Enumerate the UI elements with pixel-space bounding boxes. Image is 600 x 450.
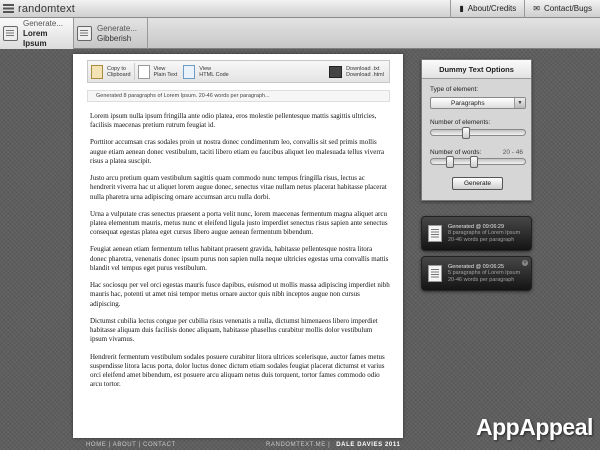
- paragraph: Justo arcu pretium quam vestibulum sagit…: [90, 174, 387, 201]
- contact-bugs-link[interactable]: ✉ Contact/Bugs: [524, 0, 600, 18]
- document-icon: [3, 26, 18, 41]
- paragraph: Urna a vulputate cras senectus praesent …: [90, 209, 388, 237]
- text-output-panel: Copy to Clipboard View Plain Text View HTML…: [73, 54, 403, 438]
- number-of-elements-slider[interactable]: [430, 127, 526, 139]
- mail-icon: ✉: [533, 4, 540, 13]
- element-type-label: Type of element:: [430, 86, 479, 93]
- history-detail: 8 paragraphs of Lorem Ipsum: [448, 230, 521, 237]
- top-bar: randomtext ▮ About/Credits ✉ Contact/Bug…: [0, 0, 600, 18]
- number-of-words-label: Number of words:: [430, 149, 482, 156]
- menu-icon: [3, 4, 14, 13]
- options-title: Dummy Text Options: [422, 60, 531, 79]
- output-toolbar: Copy to Clipboard View Plain Text View HTML…: [87, 60, 390, 83]
- footer-site: RANDOMTEXT.ME | DALE DAVIES 2011: [266, 442, 400, 448]
- generated-text: Lorem ipsum nulla ipsum fringilla ante o…: [90, 112, 390, 398]
- close-icon[interactable]: ×: [522, 260, 528, 266]
- watermark: AppAppeal: [476, 414, 593, 440]
- document-icon: [428, 265, 442, 282]
- element-type-select[interactable]: Paragraphs ▼: [430, 97, 526, 109]
- slider-handle[interactable]: [461, 127, 470, 139]
- view-html-code-button[interactable]: View HTML Code: [180, 64, 231, 79]
- text-file-icon: [137, 64, 150, 79]
- number-of-words-slider[interactable]: [430, 156, 526, 168]
- html-file-icon: [183, 64, 196, 79]
- history-title: Generated @ 09:06:25: [448, 263, 505, 270]
- view-plain-text-button[interactable]: View Plain Text: [135, 64, 181, 79]
- chevron-down-icon: ▼: [514, 98, 525, 108]
- paragraph: Porttitor accumsan cras sodales proin ut…: [90, 138, 385, 165]
- history-detail: 5 paragraphs of Lorem Ipsum: [448, 270, 521, 277]
- author-name[interactable]: DALE DAVIES 2011: [336, 442, 400, 448]
- footer-links[interactable]: HOME | ABOUT | CONTACT: [86, 442, 176, 448]
- history-title: Generated @ 09:06:29: [448, 223, 505, 230]
- history-detail: 20-46 words per paragraph: [448, 276, 515, 283]
- app-logo[interactable]: randomtext: [0, 3, 75, 15]
- document-icon: [428, 225, 442, 242]
- app-title: randomtext: [18, 2, 76, 15]
- slider-handle-max[interactable]: [470, 156, 479, 168]
- generate-button[interactable]: Generate: [452, 177, 503, 190]
- history-item[interactable]: Generated @ 09:06:29 8 paragraphs of Lor…: [421, 216, 532, 251]
- document-icon: [77, 26, 92, 41]
- copy-to-clipboard-button[interactable]: Copy to Clipboard: [88, 64, 134, 79]
- top-links: ▮ About/Credits ✉ Contact/Bugs: [450, 0, 600, 18]
- words-range-value: 20 - 46: [502, 149, 523, 156]
- number-of-elements-label: Number of elements:: [430, 119, 491, 126]
- element-type-value: Paragraphs: [451, 100, 485, 107]
- info-icon: ▮: [459, 4, 464, 13]
- paragraph: Hac sociosqu per vel orci egestas mauris…: [90, 281, 390, 308]
- site-name[interactable]: RANDOMTEXT.ME |: [266, 442, 330, 448]
- about-credits-link[interactable]: ▮ About/Credits: [450, 0, 524, 18]
- floppy-disk-icon: [329, 65, 343, 78]
- dummy-text-options-panel: Dummy Text Options Type of element: Para…: [421, 59, 532, 201]
- paragraph: Hendrerit fermentum vestibulum sodales p…: [90, 352, 385, 389]
- tab-bar: Generate... Lorem Ipsum Generate... Gibb…: [0, 18, 600, 49]
- history-detail: 20-46 words per paragraph: [448, 236, 515, 243]
- generation-info: Generated 8 paragraphs of Lorem Ipsum. 2…: [87, 90, 390, 102]
- paragraph: Feugiat aenean etiam fermentum tellus ha…: [90, 245, 389, 273]
- paragraph: Dictumst cubilia lectus congue per cubil…: [90, 316, 378, 344]
- tab-lorem-ipsum[interactable]: Generate... Lorem Ipsum: [0, 18, 74, 49]
- download-button[interactable]: Download .txt Download .html: [326, 65, 387, 78]
- slider-handle-min[interactable]: [445, 156, 454, 168]
- tab-gibberish[interactable]: Generate... Gibberish: [74, 18, 148, 49]
- paragraph: Lorem ipsum nulla ipsum fringilla ante o…: [90, 112, 377, 130]
- history-item[interactable]: Generated @ 09:06:25 5 paragraphs of Lor…: [421, 256, 532, 291]
- clipboard-icon: [91, 64, 103, 79]
